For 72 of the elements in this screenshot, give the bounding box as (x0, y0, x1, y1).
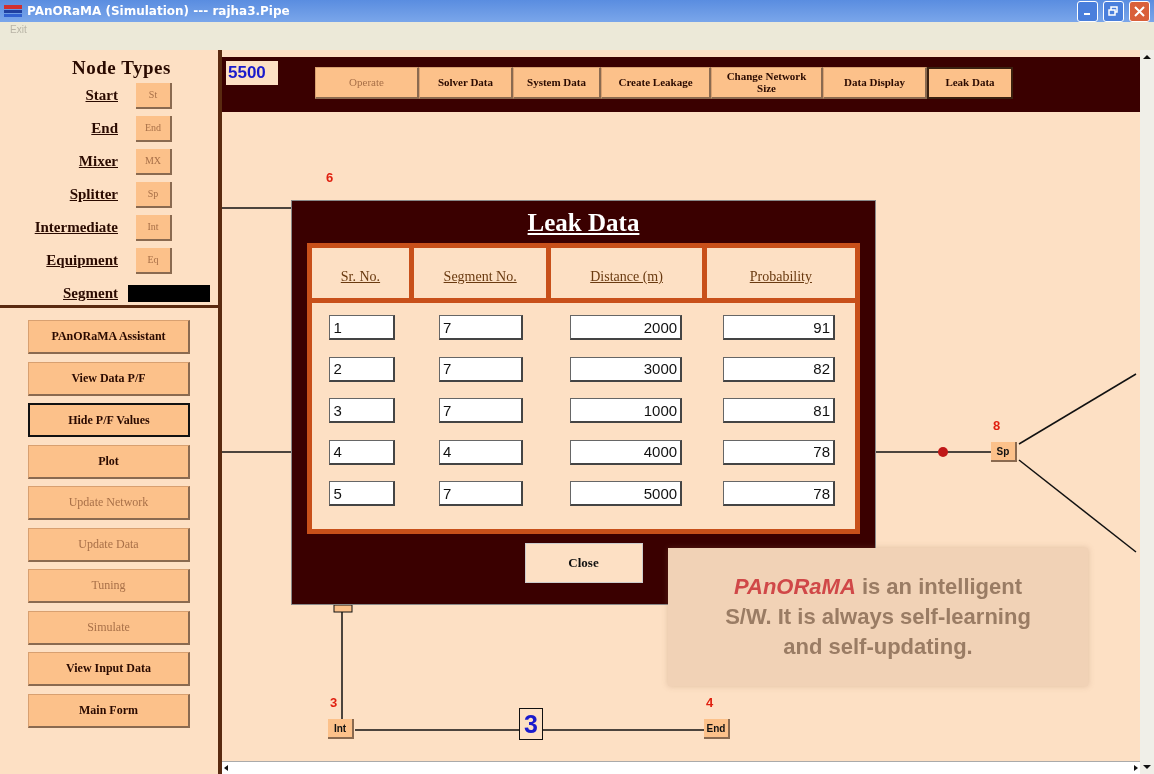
pipe-line (222, 207, 292, 209)
close-button[interactable] (1129, 0, 1150, 22)
node-stub (333, 604, 353, 613)
column-header: Segment No. (413, 248, 547, 298)
node-type-label: Equipment (45, 252, 118, 269)
app-icon (4, 5, 22, 17)
close-icon[interactable] (1134, 5, 1145, 17)
network-node[interactable]: Int (328, 719, 354, 739)
table-field[interactable]: 1000 (570, 398, 683, 423)
vertical-scrollbar[interactable] (1140, 50, 1154, 774)
node-type-label: Start (84, 87, 118, 104)
segment-number: 3 (519, 708, 543, 740)
network-node[interactable]: Sp (991, 442, 1017, 462)
table-field[interactable]: 3 (329, 398, 396, 423)
scroll-right-icon[interactable] (1132, 764, 1140, 772)
leak-marker (938, 447, 948, 457)
toolbar-button[interactable]: System Data (513, 67, 601, 99)
node-type-label: Splitter (68, 186, 118, 203)
node-number: 8 (993, 418, 1001, 433)
table-field[interactable]: 4 (439, 439, 524, 465)
toolbar-button[interactable]: Solver Data (419, 67, 513, 99)
table-field[interactable]: 7 (439, 481, 524, 506)
table-field[interactable]: 81 (723, 398, 835, 423)
node-type-label: Intermediate (33, 219, 118, 236)
minimize-button[interactable] (1077, 0, 1098, 22)
table-field[interactable]: 2 (329, 356, 396, 382)
node-number: 4 (706, 695, 714, 710)
restore-button[interactable] (1103, 0, 1124, 22)
side-button[interactable]: Hide P/F Values (28, 403, 190, 437)
toolbar-button[interactable]: Leak Data (927, 67, 1013, 99)
table-field[interactable]: 1 (329, 315, 396, 340)
toolbar-button[interactable]: Create Leakage (601, 67, 711, 99)
table-field[interactable]: 78 (723, 439, 835, 465)
close-dialog-button[interactable]: Close (524, 542, 643, 583)
table-field[interactable]: 7 (439, 356, 524, 382)
segment-label: Segment (62, 285, 118, 302)
restore-icon[interactable] (1108, 5, 1119, 17)
window-title: PAnORaMA (Simulation) --- rajha3.Pipe (27, 4, 291, 18)
table-field[interactable]: 3000 (570, 356, 683, 382)
table-field[interactable]: 4000 (570, 439, 683, 465)
horizontal-scrollbar[interactable] (222, 761, 1140, 774)
dialog-title: Leak Data (527, 209, 640, 237)
table-field[interactable]: 5 (329, 481, 396, 506)
pipe-line (222, 451, 292, 453)
side-button[interactable]: View Data P/F (28, 361, 190, 396)
table-field[interactable]: 91 (723, 315, 835, 340)
node-number: 6 (326, 170, 334, 185)
column-header: Probability (706, 248, 855, 298)
table-field[interactable]: 7 (439, 398, 524, 423)
toolbar-button[interactable]: Change Network Size (711, 67, 823, 99)
node-number: 3 (330, 695, 338, 710)
table-field[interactable]: 4 (329, 439, 396, 465)
side-button[interactable]: PAnORaMA Assistant (28, 320, 190, 354)
side-button[interactable]: View Input Data (28, 652, 190, 686)
table-field[interactable]: 2000 (570, 315, 683, 340)
tip-text: PAnORaMA is an intelligent S/W. It is always self-learning and self-updating. (724, 573, 1032, 661)
scroll-left-icon[interactable] (222, 764, 230, 772)
table-field[interactable]: 78 (723, 481, 835, 506)
table-field[interactable]: 7 (439, 315, 524, 340)
node-type-label: Mixer (77, 153, 118, 170)
counter-display: 5500 (226, 61, 278, 85)
segment-swatch[interactable] (128, 285, 210, 302)
table-field[interactable]: 82 (723, 356, 835, 382)
column-header: Distance (m) (551, 248, 702, 298)
node-type-label: End (90, 120, 118, 137)
section-title: Node Types (72, 57, 172, 79)
side-button[interactable]: Plot (28, 444, 190, 479)
network-node[interactable]: End (704, 719, 730, 739)
toolbar-button[interactable]: Data Display (823, 67, 927, 99)
column-header: Sr. No. (312, 248, 409, 298)
table-field[interactable]: 5000 (570, 481, 683, 506)
side-button[interactable]: Main Form (28, 693, 190, 728)
